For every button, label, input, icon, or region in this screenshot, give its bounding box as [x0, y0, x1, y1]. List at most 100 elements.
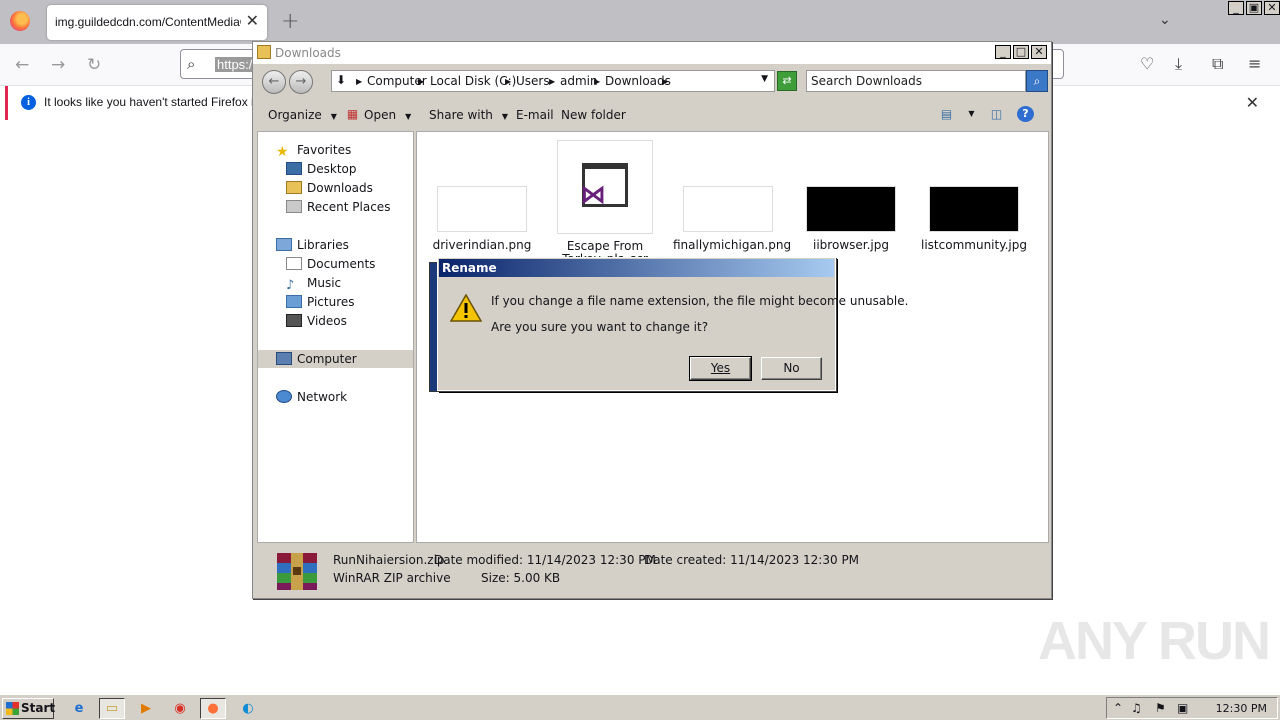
extensions-icon[interactable]: ⧉ [1212, 54, 1223, 74]
nav-desktop[interactable]: Desktop [286, 162, 357, 176]
close-icon[interactable]: ✕ [1031, 45, 1047, 59]
breadcrumb-admin[interactable]: admin [560, 74, 598, 88]
file-item[interactable]: finallymichigan.png [673, 186, 792, 252]
nav-favorites[interactable]: ★ Favorites [276, 143, 352, 160]
nav-libraries[interactable]: Libraries [276, 238, 349, 252]
chevron-down-icon[interactable]: ⌄ [1159, 12, 1171, 28]
explorer-window-controls: _ □ ✕ [993, 45, 1047, 59]
downloads-icon[interactable]: ⤓ [1175, 54, 1182, 74]
details-pane: RunNihaiersion.zip WinRAR ZIP archive Da… [257, 545, 1049, 597]
breadcrumb-arrow-icon[interactable]: ▶ [662, 77, 668, 86]
breadcrumb-users[interactable]: Users [516, 74, 550, 88]
nav-pictures[interactable]: Pictures [286, 295, 355, 309]
nav-pictures-label: Pictures [307, 295, 355, 309]
caret-down-icon[interactable]: ▼ [963, 106, 980, 122]
browser-window-controls: _ ▣ ✕ [1226, 1, 1280, 16]
nav-music-label: Music [307, 276, 342, 290]
file-item[interactable]: driverindian.png [427, 186, 537, 252]
media-player-icon[interactable]: ▶ [133, 698, 159, 719]
address-dropdown-icon[interactable]: ▼ [761, 74, 768, 84]
nav-downloads-label: Downloads [307, 181, 373, 195]
nav-recent-places[interactable]: Recent Places [286, 200, 390, 214]
nav-computer[interactable]: Computer [258, 350, 413, 368]
back-icon[interactable]: ← [15, 55, 29, 75]
internet-explorer-icon[interactable]: e [66, 698, 92, 719]
nav-downloads[interactable]: Downloads [286, 181, 373, 195]
new-tab-icon[interactable]: + [281, 9, 299, 34]
nav-documents-label: Documents [307, 257, 376, 271]
volume-icon[interactable]: ♫ [1131, 701, 1142, 715]
file-explorer-icon[interactable]: ▭ [99, 698, 125, 719]
search-input[interactable]: Search Downloads [806, 70, 1026, 92]
nav-documents[interactable]: Documents [286, 257, 375, 271]
organize-button[interactable]: Organize ▼ [268, 108, 337, 122]
dialog-message-line2: Are you sure you want to change it? [491, 320, 709, 334]
forward-button[interactable]: → [289, 70, 313, 94]
edge-icon[interactable]: ◐ [235, 698, 261, 719]
nav-videos[interactable]: Videos [286, 314, 347, 328]
file-item[interactable]: ⋈ Escape From Tarkov_pls_scr [550, 140, 660, 258]
file-name: finallymichigan.png [673, 238, 792, 252]
close-tab-icon[interactable]: ✕ [246, 11, 259, 30]
yes-button[interactable]: Yes [689, 356, 752, 381]
date-modified: Date modified: 11/14/2023 12:30 PM [434, 553, 656, 567]
caret-down-icon: ▼ [501, 112, 509, 121]
action-center-flag-icon[interactable]: ⚑ [1155, 701, 1166, 715]
nav-favorites-label: Favorites [297, 143, 352, 157]
refresh-button[interactable]: ⇄ [777, 71, 797, 91]
file-item[interactable]: listcommunity.jpg [919, 186, 1029, 252]
star-icon: ★ [276, 144, 289, 160]
menu-icon[interactable]: ≡ [1248, 54, 1261, 73]
downloads-folder-icon [286, 181, 302, 194]
nav-music[interactable]: ♪ Music [286, 276, 342, 293]
file-item[interactable]: iibrowser.jpg [796, 186, 906, 252]
forward-icon[interactable]: → [51, 55, 65, 75]
clock[interactable]: 12:30 PM [1216, 702, 1267, 715]
close-notification-icon[interactable]: ✕ [1246, 93, 1259, 112]
email-button[interactable]: E-mail [516, 108, 554, 122]
breadcrumb-arrow-icon[interactable]: ▶ [549, 77, 555, 86]
close-icon[interactable]: ✕ [1264, 1, 1280, 15]
open-button[interactable]: Open ▼ [364, 108, 411, 122]
documents-icon [286, 257, 302, 270]
breadcrumb-arrow-icon[interactable]: ▶ [594, 77, 600, 86]
new-folder-button[interactable]: New folder [561, 108, 626, 122]
videos-icon [286, 314, 302, 327]
minimize-icon[interactable]: _ [995, 45, 1011, 59]
nav-network[interactable]: Network [276, 390, 347, 404]
network-status-icon[interactable]: ▣ [1177, 701, 1188, 715]
minimize-icon[interactable]: _ [1228, 1, 1244, 15]
pocket-icon[interactable]: ♡ [1140, 54, 1154, 73]
reload-icon[interactable]: ↻ [87, 55, 101, 75]
start-button[interactable]: Start [2, 698, 55, 719]
file-name: driverindian.png [432, 238, 532, 252]
show-hidden-icons-icon[interactable]: ⌃ [1113, 701, 1123, 715]
chrome-icon[interactable]: ◉ [167, 698, 193, 719]
address-row: ← → ⬇ ▶ Computer ▶ Local Disk (C:) ▶ Use… [253, 64, 1051, 98]
change-view-icon[interactable]: ▤ [938, 106, 955, 122]
maximize-icon[interactable]: □ [1013, 45, 1029, 59]
music-icon: ♪ [286, 278, 295, 293]
firefox-icon[interactable]: ● [200, 698, 226, 719]
explorer-title-bar[interactable]: Downloads _ □ ✕ [253, 42, 1051, 64]
navigation-pane: ★ Favorites Desktop Downloads Recent Plac… [257, 131, 414, 543]
help-icon[interactable]: ? [1017, 106, 1034, 122]
share-with-button[interactable]: Share with ▼ [429, 108, 508, 122]
search-icon[interactable]: ⌕ [1026, 70, 1048, 92]
breadcrumb-arrow-icon[interactable]: ▶ [356, 77, 362, 86]
preview-pane-icon[interactable]: ◫ [988, 106, 1005, 122]
browser-tab[interactable]: img.guildedcdn.com/ContentMediaGenericFi… [47, 5, 267, 40]
no-button[interactable]: No [761, 357, 822, 380]
dialog-title: Rename [439, 259, 834, 277]
back-button[interactable]: ← [262, 70, 286, 94]
share-with-label: Share with [429, 108, 493, 122]
file-name: listcommunity.jpg [921, 238, 1027, 252]
recent-places-icon [286, 200, 302, 213]
breadcrumb-arrow-icon[interactable]: ▶ [505, 77, 511, 86]
breadcrumb-local-disk[interactable]: Local Disk (C:) [430, 74, 516, 88]
caret-down-icon: ▼ [405, 112, 412, 121]
breadcrumb-arrow-icon[interactable]: ▶ [418, 77, 424, 86]
visual-studio-icon: ⋈ [580, 180, 606, 210]
address-bar[interactable]: ⬇ ▶ Computer ▶ Local Disk (C:) ▶ Users ▶… [331, 70, 775, 92]
restore-icon[interactable]: ▣ [1246, 1, 1262, 15]
